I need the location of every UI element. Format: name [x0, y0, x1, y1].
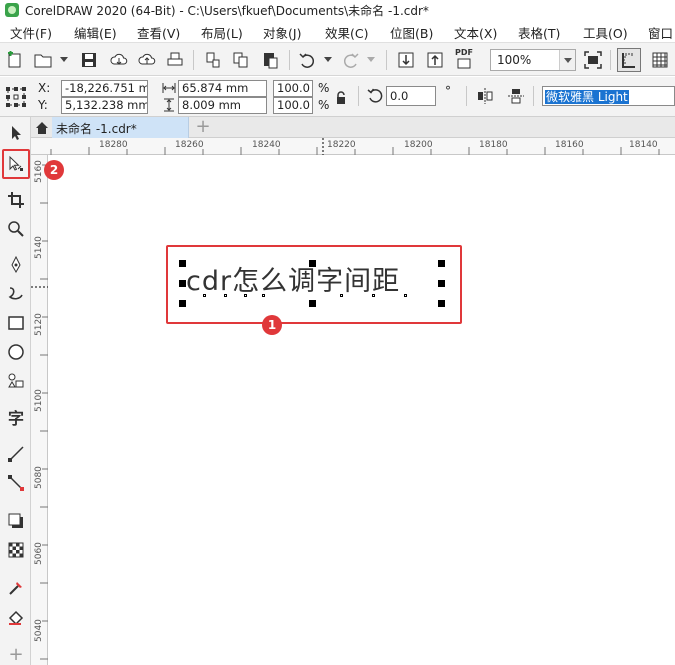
copy-icon[interactable]: [232, 51, 250, 69]
open-dropdown-icon[interactable]: [60, 57, 68, 62]
menu-effects[interactable]: 效果(C): [325, 23, 368, 42]
show-rulers-icon[interactable]: [617, 48, 641, 72]
home-icon[interactable]: [31, 117, 52, 138]
menu-bar: 文件(F) 编辑(E) 查看(V) 布局(L) 对象(J) 效果(C) 位图(B…: [0, 20, 675, 42]
menu-file[interactable]: 文件(F): [10, 23, 52, 42]
redo-icon[interactable]: [342, 51, 360, 69]
x-position-field[interactable]: -18,226.751 mm: [61, 80, 148, 97]
x-label: X:: [38, 81, 51, 95]
percent-label-x: %: [318, 81, 330, 95]
reference-point-icon[interactable]: [5, 86, 27, 108]
pick-tool-icon[interactable]: [6, 123, 26, 143]
document-tabs: 未命名 -1.cdr* +: [31, 117, 675, 138]
print-icon[interactable]: [166, 51, 184, 69]
menu-view[interactable]: 查看(V): [137, 23, 180, 42]
title-bar: CorelDRAW 2020 (64-Bit) - C:\Users\fkuef…: [0, 0, 675, 20]
import-icon[interactable]: [397, 51, 415, 69]
rotate-icon: [367, 87, 385, 105]
highlight-box-text: [166, 245, 462, 324]
undo-icon[interactable]: [298, 51, 316, 69]
zoom-level-value: 100%: [497, 53, 532, 67]
crop-tool-icon[interactable]: [6, 190, 26, 210]
coreldraw-logo-icon: [5, 3, 19, 17]
property-bar: X: Y: -18,226.751 mm 5,132.238 mm 65.874…: [0, 77, 675, 117]
full-screen-icon[interactable]: [584, 51, 602, 69]
highlight-box-shape-tool: [2, 149, 30, 179]
y-position-field[interactable]: 5,132.238 mm: [61, 97, 148, 114]
rectangle-tool-icon[interactable]: [6, 313, 26, 333]
y-label: Y:: [38, 98, 48, 112]
step-badge-2: 2: [44, 160, 64, 180]
menu-text[interactable]: 文本(X): [454, 23, 497, 42]
cloud-download-icon[interactable]: [110, 51, 128, 69]
scale-x-field[interactable]: 100.0: [273, 80, 313, 97]
cloud-upload-icon[interactable]: [138, 51, 156, 69]
customize-toolbox-icon[interactable]: +: [6, 644, 26, 665]
horizontal-ruler[interactable]: 18280 18260 18240 18220 18200 18180 1816…: [31, 138, 675, 155]
vertical-ruler[interactable]: 5160 5140 5120 5100 5080 5060 5040: [31, 155, 48, 665]
interactive-fill-tool-icon[interactable]: [6, 607, 26, 627]
redo-dropdown-icon[interactable]: [367, 57, 375, 62]
show-grid-icon[interactable]: [651, 51, 669, 69]
step-badge-1: 1: [262, 315, 282, 335]
menu-bitmaps[interactable]: 位图(B): [390, 23, 433, 42]
cut-icon[interactable]: [204, 51, 222, 69]
connector-tool-icon[interactable]: [6, 473, 26, 493]
window-title: CorelDRAW 2020 (64-Bit) - C:\Users\fkuef…: [25, 3, 429, 18]
new-icon[interactable]: [6, 51, 24, 69]
width-field[interactable]: 65.874 mm: [178, 80, 267, 97]
width-icon: [162, 81, 176, 95]
new-tab-button[interactable]: +: [194, 118, 212, 136]
drop-shadow-tool-icon[interactable]: [6, 511, 26, 531]
menu-object[interactable]: 对象(J): [263, 23, 301, 42]
save-icon[interactable]: [80, 51, 98, 69]
menu-table[interactable]: 表格(T): [518, 23, 560, 42]
zoom-dropdown-icon[interactable]: [559, 50, 575, 70]
transparency-tool-icon[interactable]: [6, 540, 26, 560]
polygon-tool-icon[interactable]: [6, 371, 26, 391]
open-icon[interactable]: [34, 51, 52, 69]
font-name-field[interactable]: 微软雅黑 Light: [542, 86, 675, 106]
h-ruler-ticks: [50, 138, 660, 155]
lock-ratio-icon[interactable]: [334, 90, 348, 106]
artistic-media-tool-icon[interactable]: [6, 284, 26, 304]
text-tool-icon[interactable]: 字: [6, 407, 26, 428]
scale-y-field[interactable]: 100.0: [273, 97, 313, 114]
menu-tools[interactable]: 工具(O): [583, 23, 628, 42]
tab-document-label: 未命名 -1.cdr*: [56, 122, 137, 136]
mirror-horizontal-icon[interactable]: [476, 87, 494, 105]
toolbox: 字 +: [0, 117, 31, 665]
height-icon: [162, 98, 176, 112]
tab-document[interactable]: 未命名 -1.cdr*: [52, 117, 189, 138]
pdf-label: PDF: [455, 48, 473, 57]
paste-icon[interactable]: [261, 51, 279, 69]
height-field[interactable]: 8.009 mm: [178, 97, 267, 114]
mirror-vertical-icon[interactable]: [507, 87, 525, 105]
menu-layout[interactable]: 布局(L): [201, 23, 243, 42]
eyedropper-tool-icon[interactable]: [6, 578, 26, 598]
standard-toolbar: PDF 100%: [0, 42, 675, 76]
percent-label-y: %: [318, 98, 330, 112]
export-icon[interactable]: [426, 51, 444, 69]
zoom-tool-icon[interactable]: [6, 219, 26, 239]
menu-edit[interactable]: 编辑(E): [74, 23, 117, 42]
drawing-canvas[interactable]: [48, 155, 675, 665]
freehand-tool-icon[interactable]: [6, 255, 26, 275]
degree-label: °: [445, 84, 451, 98]
font-name-selected-text: 微软雅黑 Light: [545, 90, 629, 104]
parallel-dimension-tool-icon[interactable]: [6, 444, 26, 464]
menu-window[interactable]: 窗口: [648, 23, 673, 42]
undo-dropdown-icon[interactable]: [324, 57, 332, 62]
rotation-field[interactable]: 0.0: [386, 86, 436, 106]
ellipse-tool-icon[interactable]: [6, 342, 26, 362]
v-ruler-ticks: [31, 164, 48, 660]
zoom-level-select[interactable]: 100%: [490, 49, 576, 71]
publish-pdf-icon[interactable]: PDF: [455, 48, 473, 69]
